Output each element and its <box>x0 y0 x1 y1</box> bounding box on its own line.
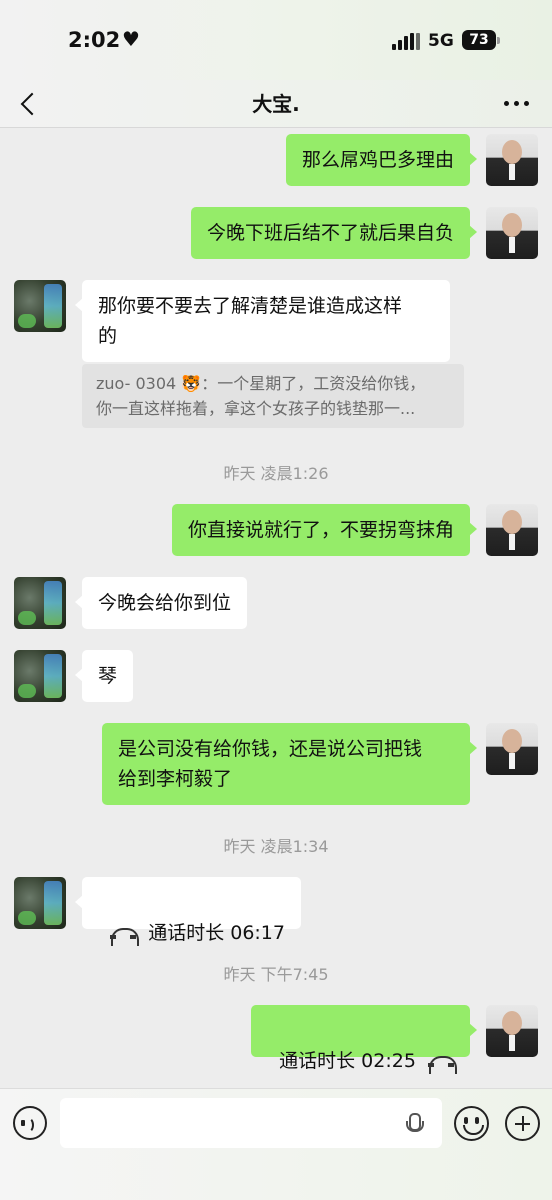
network-label: 5G <box>428 31 454 51</box>
message-bubble[interactable]: 是公司没有给你钱，还是说公司把钱 给到李柯毅了 <box>102 723 477 805</box>
signal-icon <box>392 32 420 50</box>
message-bubble[interactable]: 今晚下班后结不了就后果自负 <box>190 207 478 259</box>
more-actions-button[interactable] <box>505 1106 540 1141</box>
emoji-button[interactable] <box>454 1106 489 1141</box>
call-record-bubble[interactable]: 通话时长 06:17 <box>75 877 301 946</box>
quote-line: zuo- 0304 🐯：一个星期了，工资没给你钱， <box>96 374 426 393</box>
self-avatar[interactable] <box>486 134 538 186</box>
call-duration: 通话时长 06:17 <box>148 922 285 944</box>
contact-avatar[interactable] <box>14 280 66 332</box>
battery-icon: 73 <box>462 30 496 50</box>
battery-cap <box>497 37 500 44</box>
chat-title: 大宝. <box>252 92 300 116</box>
voice-input-button[interactable] <box>13 1106 47 1140</box>
battery-level: 73 <box>469 32 489 48</box>
message-bubble[interactable]: 今晚会给你到位 <box>74 577 248 629</box>
more-options-button[interactable] <box>500 88 534 118</box>
nav-bar: 大宝. <box>0 80 552 128</box>
call-record-bubble[interactable]: 通话时长 02:25 <box>251 1005 477 1074</box>
contact-avatar[interactable] <box>14 650 66 702</box>
quote-line: 你一直这样拖着，拿这个女孩子的钱垫那一... <box>96 399 416 418</box>
input-bar <box>0 1088 552 1200</box>
self-avatar[interactable] <box>486 504 538 556</box>
message-bubble[interactable]: 琴 <box>74 650 134 702</box>
message-input[interactable] <box>60 1098 442 1148</box>
contact-avatar[interactable] <box>14 877 66 929</box>
phone-hangup-icon <box>110 926 140 946</box>
timestamp: 昨天 下午7:45 <box>223 965 329 984</box>
status-bar: 2:02 ♥ 5G 73 <box>0 0 552 80</box>
phone-hangup-icon <box>428 1054 457 1074</box>
status-time: 2:02 <box>68 28 121 52</box>
timestamp: 昨天 凌晨1:34 <box>223 837 329 856</box>
self-avatar[interactable] <box>486 207 538 259</box>
message-bubble[interactable]: 你直接说就行了，不要拐弯抹角 <box>171 504 478 556</box>
message-bubble[interactable]: 那么屌鸡巴多理由 <box>285 134 478 186</box>
timestamp: 昨天 凌晨1:26 <box>223 464 329 483</box>
self-avatar[interactable] <box>486 1005 538 1057</box>
heart-icon: ♥ <box>122 27 140 51</box>
call-duration: 通话时长 02:25 <box>279 1050 416 1072</box>
microphone-icon[interactable] <box>405 1113 424 1137</box>
self-avatar[interactable] <box>486 723 538 775</box>
quoted-message[interactable]: zuo- 0304 🐯：一个星期了，工资没给你钱， 你一直这样拖着，拿这个女孩子… <box>82 364 464 428</box>
contact-avatar[interactable] <box>14 577 66 629</box>
message-bubble[interactable]: 那你要不要去了解清楚是谁造成这样 的 <box>75 280 450 362</box>
